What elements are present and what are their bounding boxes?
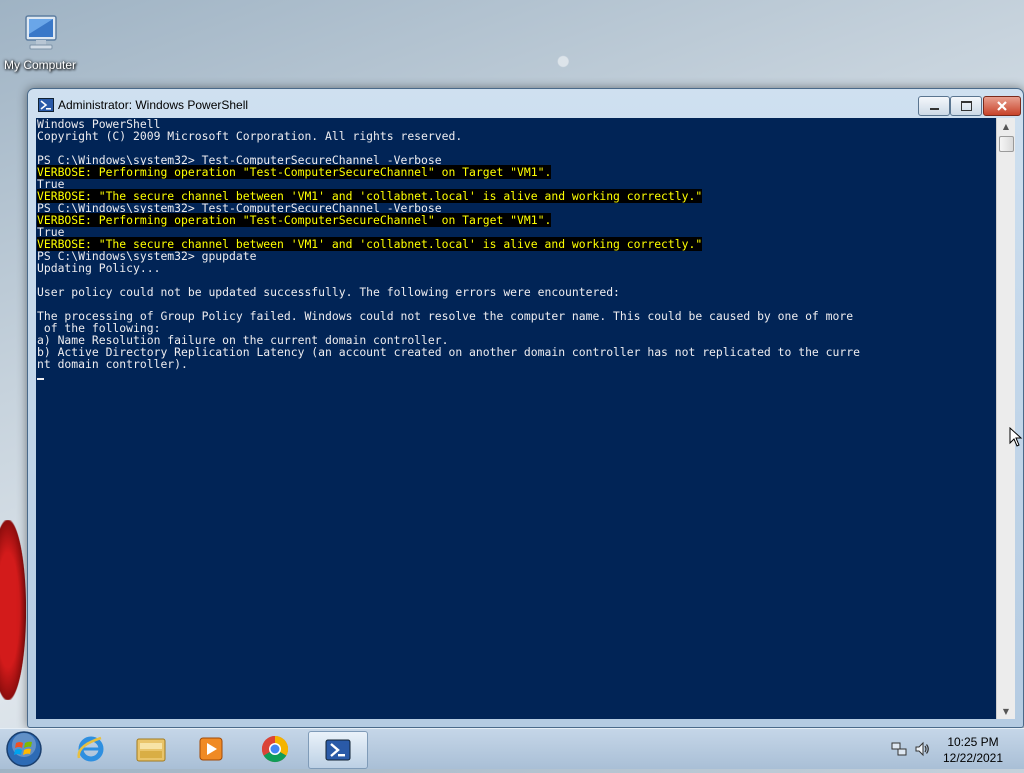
- maximize-icon: [960, 101, 972, 111]
- console-line: Copyright (C) 2009 Microsoft Corporation…: [36, 130, 996, 142]
- windows-start-icon: [6, 731, 42, 767]
- console-line: The processing of Group Policy failed. W…: [36, 310, 996, 322]
- minimize-button[interactable]: [918, 96, 950, 116]
- powershell-icon: [38, 97, 54, 112]
- console-text: VERBOSE: Performing operation "Test-Comp…: [37, 213, 552, 227]
- network-icon[interactable]: [891, 741, 907, 757]
- maximize-button[interactable]: [950, 96, 982, 116]
- console-line: User policy could not be updated success…: [36, 286, 996, 298]
- console-text: Copyright (C) 2009 Microsoft Corporation…: [37, 129, 463, 143]
- system-clock[interactable]: 10:25 PM 12/22/2021: [938, 734, 1008, 766]
- volume-icon[interactable]: [914, 741, 930, 757]
- computer-icon: [18, 12, 62, 56]
- powershell-window[interactable]: Administrator: Windows PowerShell Window…: [27, 88, 1024, 728]
- close-icon: [997, 101, 1007, 111]
- taskbar-chrome[interactable]: [246, 731, 304, 767]
- taskbar: 10:25 PM 12/22/2021: [0, 728, 1024, 769]
- console-line: PS C:\Windows\system32> gpupdate: [36, 250, 996, 262]
- window-title: Administrator: Windows PowerShell: [58, 98, 249, 112]
- text-cursor: [37, 378, 44, 380]
- taskbar-windows-explorer[interactable]: [122, 731, 180, 767]
- scroll-down-arrow-icon[interactable]: ▼: [997, 703, 1015, 719]
- console-text: User policy could not be updated success…: [37, 285, 620, 299]
- console-text: VERBOSE: Performing operation "Test-Comp…: [37, 165, 552, 179]
- console-cursor-line: [36, 370, 996, 382]
- console-line: Updating Policy...: [36, 262, 996, 274]
- desktop-icon-my-computer[interactable]: My Computer: [0, 8, 80, 72]
- taskbar-powershell[interactable]: [308, 731, 368, 769]
- desktop-wallpaper-ornament: [0, 520, 26, 700]
- clock-date: 12/22/2021: [942, 751, 1004, 765]
- desktop-icon-label: My Computer: [3, 58, 77, 72]
- taskbar-internet-explorer[interactable]: [62, 731, 120, 767]
- minimize-icon: [929, 107, 939, 110]
- powershell-icon: [325, 739, 351, 761]
- console-verbose-line: VERBOSE: Performing operation "Test-Comp…: [36, 165, 996, 179]
- internet-explorer-icon: [77, 736, 104, 762]
- media-player-icon: [199, 737, 223, 761]
- scrollbar-thumb[interactable]: [999, 136, 1014, 152]
- clock-time: 10:25 PM: [947, 735, 999, 749]
- chrome-icon: [261, 735, 289, 763]
- console-line: nt domain controller).: [36, 358, 996, 370]
- console-text: nt domain controller).: [37, 357, 188, 371]
- close-button[interactable]: [983, 96, 1021, 116]
- taskbar-media-player[interactable]: [182, 731, 240, 767]
- console-text: Updating Policy...: [37, 261, 161, 275]
- window-titlebar[interactable]: Administrator: Windows PowerShell: [28, 89, 1023, 119]
- console-verbose-line: VERBOSE: Performing operation "Test-Comp…: [36, 213, 996, 227]
- mouse-pointer-icon: [1009, 427, 1023, 447]
- windows-explorer-icon: [136, 738, 166, 762]
- scroll-up-arrow-icon[interactable]: ▲: [997, 118, 1015, 134]
- console-output[interactable]: Windows PowerShell Copyright (C) 2009 Mic…: [36, 118, 996, 719]
- vertical-scrollbar[interactable]: ▲ ▼: [996, 118, 1015, 719]
- start-button[interactable]: [4, 729, 44, 769]
